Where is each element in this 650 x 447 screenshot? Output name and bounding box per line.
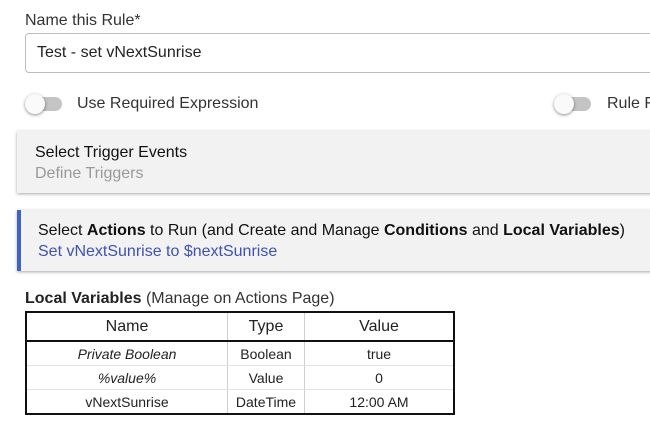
local-variables-note: (Manage on Actions Page) [141,290,335,307]
actions-panel-subtitle[interactable]: Set vNextSunrise to $nextSunrise [38,243,277,261]
variable-type-cell: DateTime [227,389,305,414]
local-variables-keyword: Local Variables [503,222,620,239]
trigger-panel-title: Select Trigger Events [35,144,188,161]
actions-title-text: ) [619,222,625,239]
rule-f-label: Rule F [607,95,650,112]
table-row: vNextSunrise DateTime 12:00 AM [26,389,454,414]
required-expression-toggle[interactable] [25,94,62,114]
trigger-panel-subtitle: Define Triggers [35,165,144,182]
select-actions-panel[interactable]: Select Actions to Run (and Create and Ma… [17,210,650,271]
column-header-name: Name [26,312,228,342]
toggle-knob [554,94,574,114]
local-variables-title: Local Variables [25,290,142,307]
actions-keyword: Actions [86,222,146,239]
local-variables-table: Name Type Value Private Boolean Boolean … [25,311,455,415]
actions-title-text: and [467,222,504,239]
local-variables-heading: Local Variables (Manage on Actions Page) [25,290,335,308]
table-row: Private Boolean Boolean true [26,341,454,366]
variable-name-cell: vNextSunrise [85,393,169,410]
actions-title-text: to Run (and Create and Manage [145,222,384,239]
variable-name-cell: Private Boolean [26,341,228,366]
toggle-knob [25,94,45,114]
column-header-value: Value [304,312,454,342]
variable-name-cell: %value% [26,365,228,390]
variable-type-cell: Boolean [227,341,305,366]
rule-name-label: Name this Rule* [25,12,141,29]
rule-name-input[interactable] [25,33,650,73]
variable-value-cell: true [304,341,454,366]
select-trigger-events-panel[interactable]: Select Trigger Events Define Triggers [17,131,650,193]
rule-f-toggle[interactable] [554,94,591,114]
variable-value-cell: 0 [304,365,454,390]
actions-title-text: Select [38,222,87,239]
required-expression-label: Use Required Expression [77,95,259,112]
variable-type-cell: Value [227,365,305,390]
table-row: %value% Value 0 [26,365,454,390]
actions-panel-title: Select Actions to Run (and Create and Ma… [38,222,625,240]
conditions-keyword: Conditions [383,222,468,239]
variable-value-cell: 12:00 AM [304,389,454,414]
column-header-type: Type [227,312,305,342]
table-header-row: Name Type Value [26,312,454,342]
